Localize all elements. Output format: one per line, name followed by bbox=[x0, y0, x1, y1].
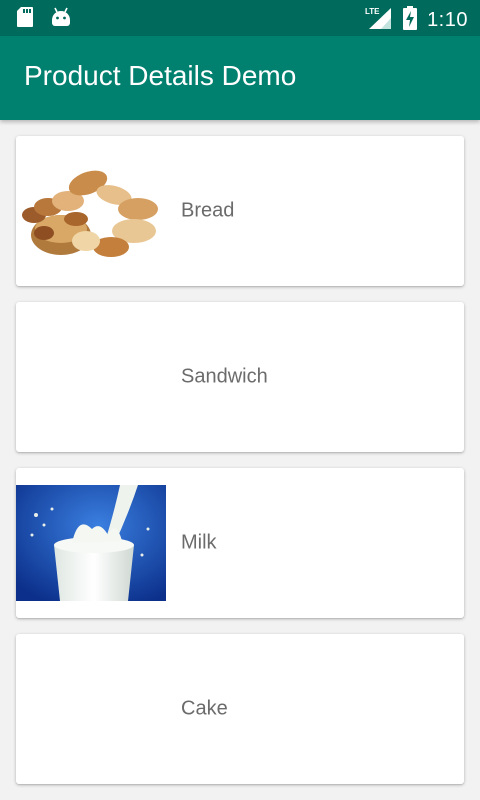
battery-charging-icon bbox=[403, 6, 418, 35]
product-card-cake[interactable]: Cake bbox=[16, 634, 464, 784]
status-time: 1:10 bbox=[427, 9, 468, 31]
product-card-sandwich[interactable]: Sandwich bbox=[16, 302, 464, 452]
lte-signal-icon: LTE bbox=[365, 6, 393, 35]
product-card-milk[interactable]: Milk bbox=[16, 468, 464, 618]
android-icon bbox=[50, 6, 72, 33]
product-name: Bread bbox=[181, 199, 235, 222]
status-left-icons bbox=[16, 6, 72, 33]
status-bar: LTE 1:10 bbox=[0, 0, 480, 36]
app-bar: Product Details Demo bbox=[0, 36, 480, 120]
milk-image bbox=[16, 485, 166, 601]
bread-image bbox=[16, 153, 166, 269]
product-name: Cake bbox=[181, 697, 228, 720]
product-name: Sandwich bbox=[181, 365, 268, 388]
product-image-placeholder bbox=[16, 319, 166, 435]
network-type-label: LTE bbox=[365, 7, 380, 16]
status-right-icons: LTE 1:10 bbox=[365, 6, 468, 35]
product-card-bread[interactable]: Bread bbox=[16, 136, 464, 286]
sd-card-icon bbox=[16, 6, 34, 33]
page-title: Product Details Demo bbox=[24, 60, 297, 91]
product-image-placeholder bbox=[16, 651, 166, 767]
product-name: Milk bbox=[181, 531, 217, 554]
